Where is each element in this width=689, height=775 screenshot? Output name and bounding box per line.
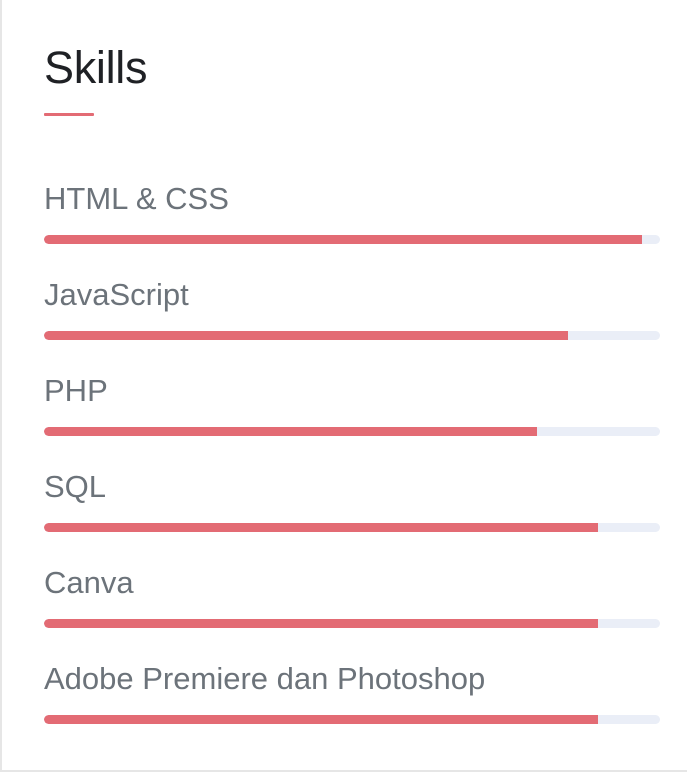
skill-progress-fill (44, 619, 599, 628)
skill-item: Adobe Premiere dan Photoshop (44, 658, 660, 754)
skill-label: HTML & CSS (44, 181, 229, 216)
skill-progress-fill (44, 523, 599, 532)
skill-progress-track (44, 619, 660, 628)
skill-label: JavaScript (44, 277, 189, 312)
skill-label: SQL (44, 469, 107, 504)
skill-progress-track (44, 331, 660, 340)
section-title: Skills (44, 42, 148, 93)
skill-progress-track (44, 715, 660, 724)
skills-list: HTML & CSS JavaScript PHP SQL Canva Adob… (44, 178, 660, 754)
skill-item: SQL (44, 466, 660, 562)
skill-progress-fill (44, 715, 599, 724)
skills-card: Skills HTML & CSS JavaScript PHP SQL Can… (0, 0, 687, 772)
title-underline (44, 113, 94, 116)
skill-label: Canva (44, 565, 134, 600)
skill-progress-fill (44, 427, 537, 436)
skill-progress-fill (44, 235, 642, 244)
skill-item: PHP (44, 370, 660, 466)
skill-label: PHP (44, 373, 108, 408)
skill-progress-fill (44, 331, 568, 340)
skill-progress-track (44, 523, 660, 532)
skill-item: HTML & CSS (44, 178, 660, 274)
skill-item: Canva (44, 562, 660, 658)
skill-item: JavaScript (44, 274, 660, 370)
skill-progress-track (44, 235, 660, 244)
skill-label: Adobe Premiere dan Photoshop (44, 661, 486, 696)
skill-progress-track (44, 427, 660, 436)
